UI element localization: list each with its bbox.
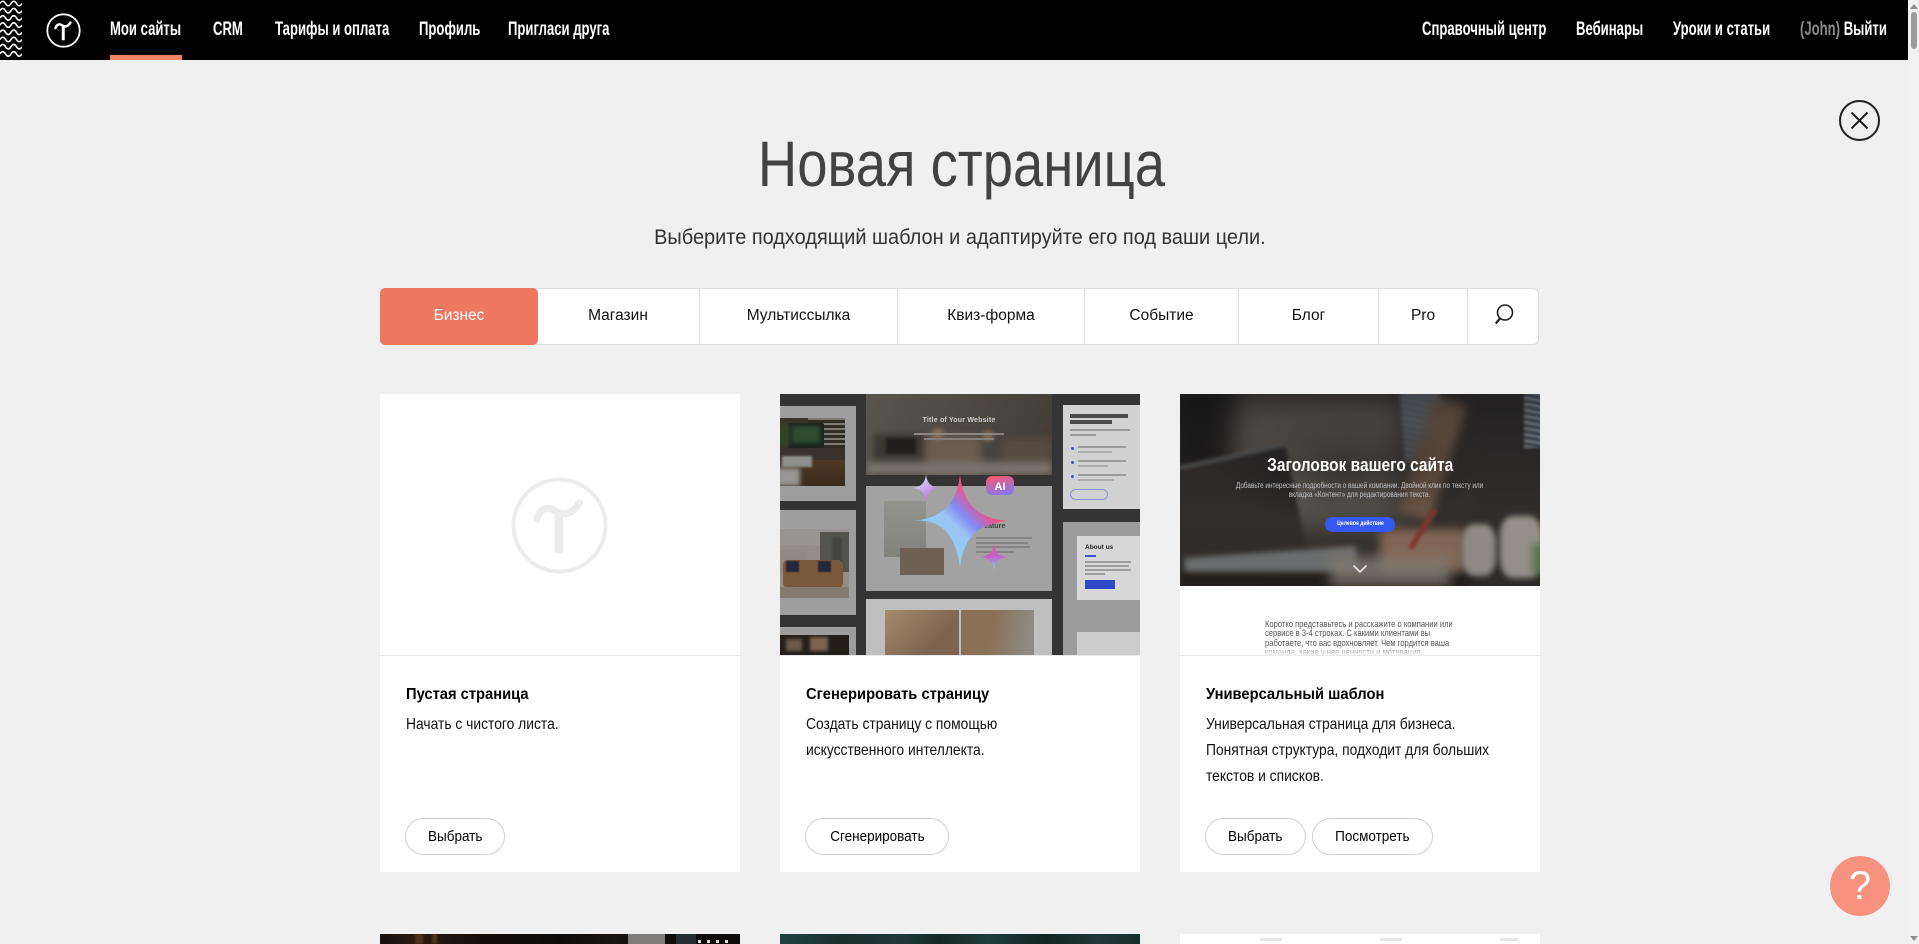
svg-text:AI: AI [995, 481, 1006, 493]
